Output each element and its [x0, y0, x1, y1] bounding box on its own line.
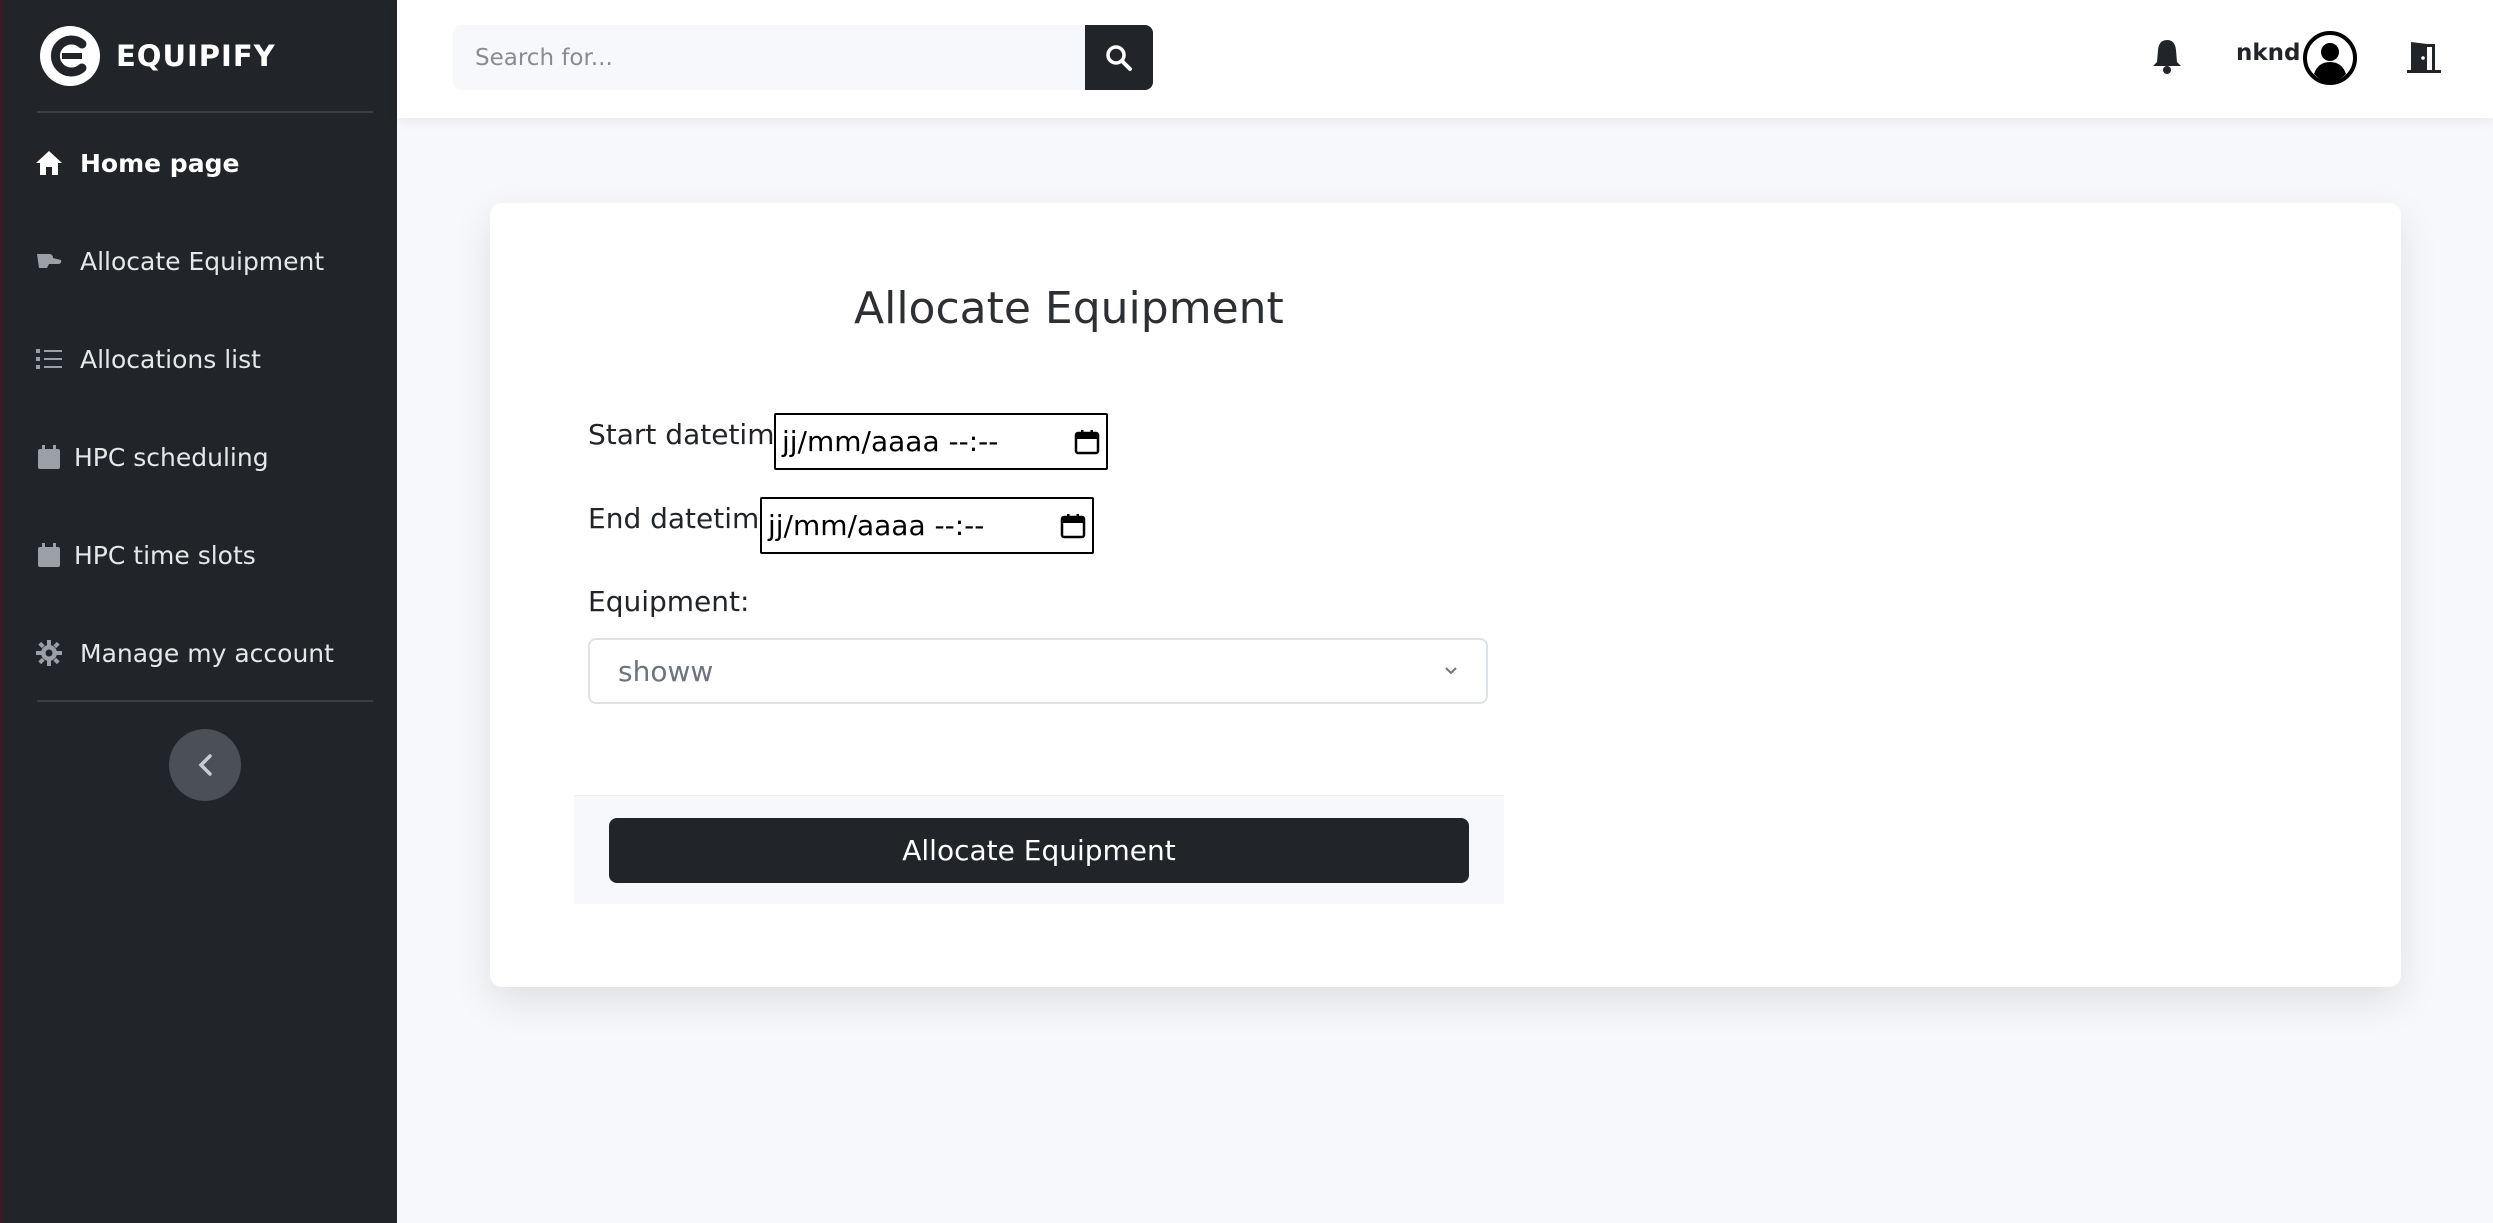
- user-avatar-icon[interactable]: [2302, 30, 2358, 86]
- brand[interactable]: EQUIPIFY: [40, 24, 276, 88]
- allocate-form-card: Allocate Equipment Start datetime: jj/mm…: [490, 203, 2401, 987]
- username[interactable]: nknd: [2236, 40, 2301, 66]
- end-datetime-input[interactable]: jj/mm/aaaa --:--: [760, 497, 1094, 554]
- sidebar-item-manage-account[interactable]: Manage my account: [34, 623, 374, 683]
- list-icon: [34, 344, 64, 374]
- calendar-icon[interactable]: [1060, 513, 1086, 539]
- end-datetime-label: End datetime:: [588, 502, 786, 535]
- sidebar-item-home[interactable]: Home page: [34, 133, 374, 193]
- sidebar-item-label: Allocations list: [80, 344, 261, 374]
- sidebar-item-label: Home page: [80, 148, 240, 178]
- allocate-equipment-button[interactable]: Allocate Equipment: [609, 818, 1469, 883]
- form-footer: Allocate Equipment: [574, 795, 1504, 904]
- sidebar-item-label: HPC time slots: [74, 540, 256, 570]
- sidebar-item-label: Allocate Equipment: [80, 246, 325, 276]
- sidebar-item-hpc-time-slots[interactable]: HPC time slots: [34, 525, 374, 585]
- bell-icon[interactable]: [2151, 38, 2183, 74]
- start-datetime-value: jj/mm/aaaa --:--: [782, 425, 999, 458]
- search-button[interactable]: [1085, 25, 1153, 90]
- sidebar-item-allocations-list[interactable]: Allocations list: [34, 329, 374, 389]
- gear-icon: [34, 638, 64, 668]
- sidebar-item-allocate-equipment[interactable]: Allocate Equipment: [34, 231, 374, 291]
- sidebar-divider: [37, 111, 373, 113]
- home-icon: [34, 148, 64, 178]
- page-title: Allocate Equipment: [854, 283, 1284, 334]
- sidebar: EQUIPIFY Home page Allocate Equipment Al…: [0, 0, 397, 1223]
- search-input[interactable]: [453, 25, 1085, 90]
- end-datetime-value: jj/mm/aaaa --:--: [768, 509, 985, 542]
- sidebar-item-hpc-scheduling[interactable]: HPC scheduling: [34, 427, 374, 487]
- start-datetime-label: Start datetime:: [588, 418, 802, 451]
- brand-name: EQUIPIFY: [116, 39, 276, 73]
- calendar-icon: [34, 540, 64, 570]
- search-bar: [453, 25, 1153, 90]
- search-icon: [1106, 44, 1132, 71]
- logout-icon[interactable]: [2405, 38, 2443, 76]
- hand-holding-icon: [34, 246, 64, 276]
- sidebar-item-label: HPC scheduling: [74, 442, 269, 472]
- sidebar-item-label: Manage my account: [80, 638, 334, 668]
- calendar-icon[interactable]: [1074, 429, 1100, 455]
- sidebar-divider: [37, 700, 373, 702]
- sidebar-collapse-button[interactable]: [169, 729, 241, 801]
- equipment-select[interactable]: showw: [588, 638, 1488, 704]
- chevron-down-icon: [1445, 667, 1457, 675]
- equipment-selected-value: showw: [618, 654, 714, 688]
- topbar: nknd: [397, 0, 2493, 118]
- start-datetime-input[interactable]: jj/mm/aaaa --:--: [774, 413, 1108, 470]
- chevron-left-icon: [198, 754, 212, 776]
- brand-logo: [40, 26, 100, 86]
- equipment-label: Equipment:: [588, 585, 750, 618]
- calendar-icon: [34, 442, 64, 472]
